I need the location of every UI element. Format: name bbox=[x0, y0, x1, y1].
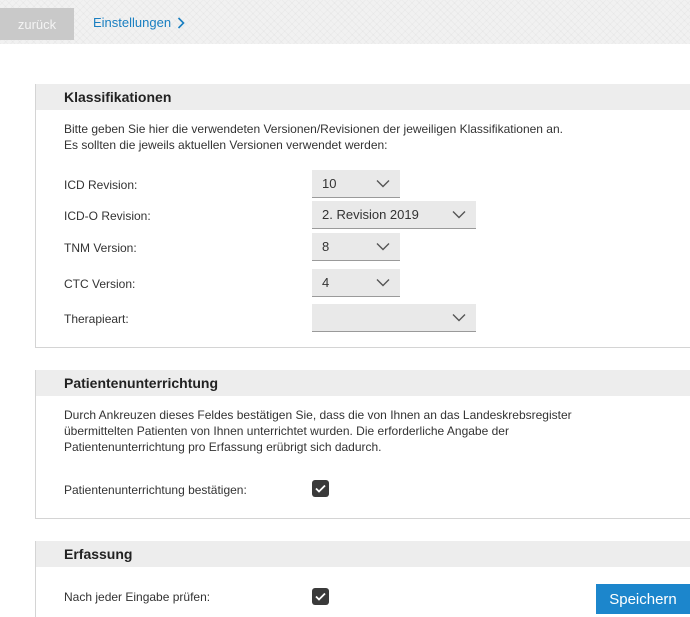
breadcrumb-settings[interactable]: Einstellungen bbox=[93, 15, 185, 30]
icdo-revision-value: 2. Revision 2019 bbox=[322, 207, 419, 222]
chevron-down-icon bbox=[376, 243, 390, 251]
top-bar: zurück Einstellungen bbox=[0, 0, 690, 44]
breadcrumb-label: Einstellungen bbox=[93, 15, 172, 30]
patientenunterrichtung-panel: Patientenunterrichtung Durch Ankreuzen d… bbox=[35, 370, 690, 519]
ctc-version-value: 4 bbox=[322, 275, 330, 290]
patientenunterrichtung-title: Patientenunterrichtung bbox=[36, 370, 690, 396]
icd-revision-label: ICD Revision: bbox=[64, 178, 138, 192]
chevron-down-icon bbox=[376, 180, 390, 188]
ctc-version-select[interactable]: 4 bbox=[312, 269, 400, 297]
klassifikationen-title: Klassifikationen bbox=[36, 84, 690, 110]
save-button[interactable]: Speichern bbox=[596, 584, 690, 614]
chevron-down-icon bbox=[452, 211, 466, 219]
patientenunterrichtung-description: Durch Ankreuzen dieses Feldes bestätigen… bbox=[64, 408, 572, 454]
therapieart-label: Therapieart: bbox=[64, 312, 129, 326]
erfassung-title: Erfassung bbox=[36, 541, 690, 567]
icdo-revision-label: ICD-O Revision: bbox=[64, 209, 151, 223]
therapieart-select[interactable] bbox=[312, 304, 476, 332]
klassifikationen-description: Bitte geben Sie hier die verwendeten Ver… bbox=[64, 122, 563, 152]
tnm-version-value: 8 bbox=[322, 239, 330, 254]
klassifikationen-panel: Klassifikationen Bitte geben Sie hier di… bbox=[35, 84, 690, 348]
ctc-version-label: CTC Version: bbox=[64, 277, 136, 291]
chevron-right-icon bbox=[177, 16, 185, 29]
patientenunterrichtung-confirm-label: Patientenunterrichtung bestätigen: bbox=[64, 483, 247, 497]
chevron-down-icon bbox=[376, 279, 390, 287]
erfassung-checkbox[interactable] bbox=[312, 588, 329, 605]
checkmark-icon bbox=[315, 592, 326, 601]
patientenunterrichtung-checkbox[interactable] bbox=[312, 480, 329, 497]
icd-revision-value: 10 bbox=[322, 176, 337, 191]
erfassung-panel: Erfassung Nach jeder Eingabe prüfen: bbox=[35, 541, 690, 617]
icd-revision-select[interactable]: 10 bbox=[312, 170, 400, 198]
chevron-down-icon bbox=[452, 314, 466, 322]
erfassung-check-label: Nach jeder Eingabe prüfen: bbox=[64, 590, 211, 604]
tnm-version-select[interactable]: 8 bbox=[312, 233, 400, 261]
icdo-revision-select[interactable]: 2. Revision 2019 bbox=[312, 201, 476, 229]
tnm-version-label: TNM Version: bbox=[64, 241, 137, 255]
back-button[interactable]: zurück bbox=[0, 8, 74, 40]
checkmark-icon bbox=[315, 484, 326, 493]
